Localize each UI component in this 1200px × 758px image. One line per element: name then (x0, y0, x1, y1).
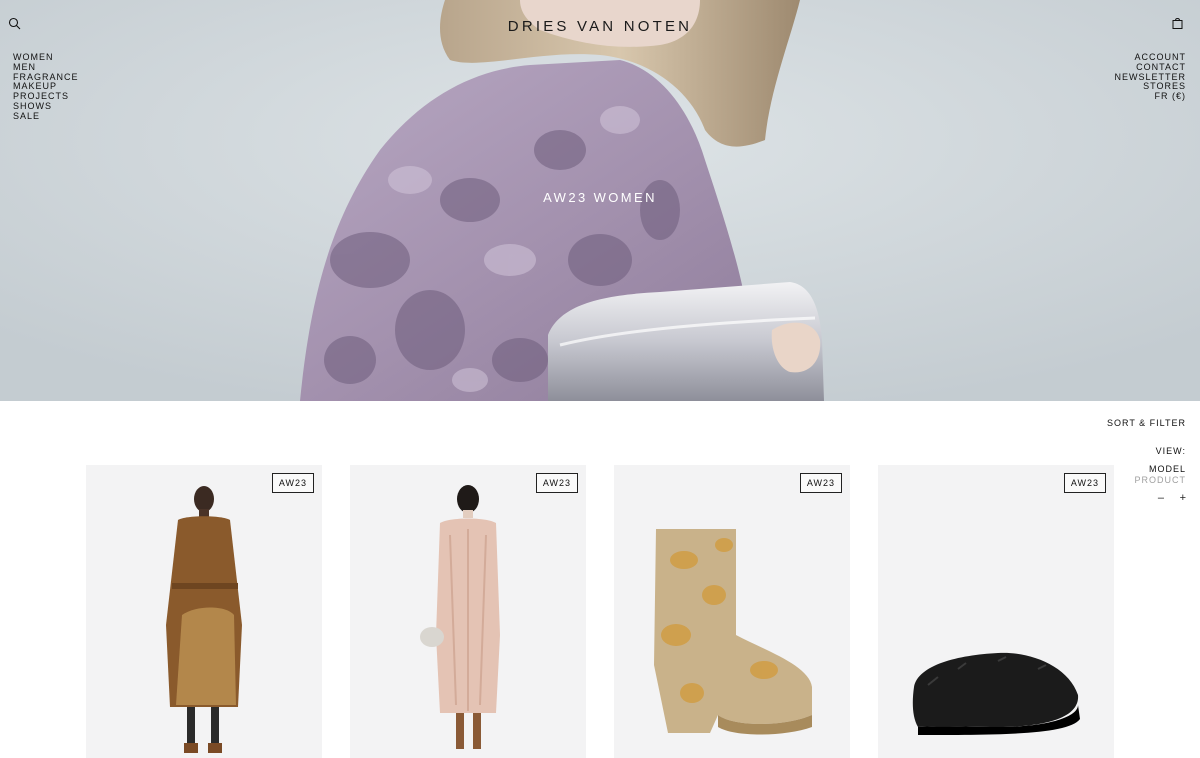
nav-item-sale[interactable]: SALE (13, 111, 79, 122)
product-image-fur-clog (912, 652, 1080, 735)
season-badge: AW23 (799, 473, 842, 493)
product-card[interactable]: AW23 (350, 465, 586, 758)
product-card[interactable]: AW23 (614, 465, 850, 758)
sort-filter-button[interactable]: SORT & FILTER (1107, 418, 1186, 428)
utility-nav: ACCOUNT CONTACT NEWSLETTER STORES FR (€) (1114, 52, 1186, 102)
shopping-bag-icon[interactable] (1172, 17, 1192, 37)
top-bar: DRIES VAN NOTEN (0, 0, 1200, 50)
zoom-in-button[interactable]: + (1180, 492, 1186, 504)
product-card[interactable]: AW23 (878, 465, 1114, 758)
season-badge: AW23 (535, 473, 578, 493)
main-nav: WOMEN MEN FRAGRANCE MAKEUP PROJECTS SHOW… (13, 52, 79, 122)
product-image-trench-coat (166, 486, 242, 753)
view-product-option[interactable]: PRODUCT (1135, 475, 1187, 485)
product-image-brocade-boot (654, 529, 812, 735)
hero-title: AW23 WOMEN (543, 190, 657, 205)
product-image-faux-fur-coat (420, 485, 500, 749)
brand-logo[interactable]: DRIES VAN NOTEN (0, 18, 1200, 35)
view-label: VIEW: (1155, 446, 1186, 456)
view-model-option[interactable]: MODEL (1149, 464, 1186, 474)
product-card[interactable]: AW23 (86, 465, 322, 758)
season-badge: AW23 (1063, 473, 1106, 493)
season-badge: AW23 (271, 473, 314, 493)
zoom-out-button[interactable]: – (1158, 492, 1164, 504)
currency-selector[interactable]: FR (€) (1114, 91, 1186, 102)
hero-banner[interactable]: DRIES VAN NOTEN WOMEN MEN FRAGRANCE MAKE… (0, 0, 1200, 401)
